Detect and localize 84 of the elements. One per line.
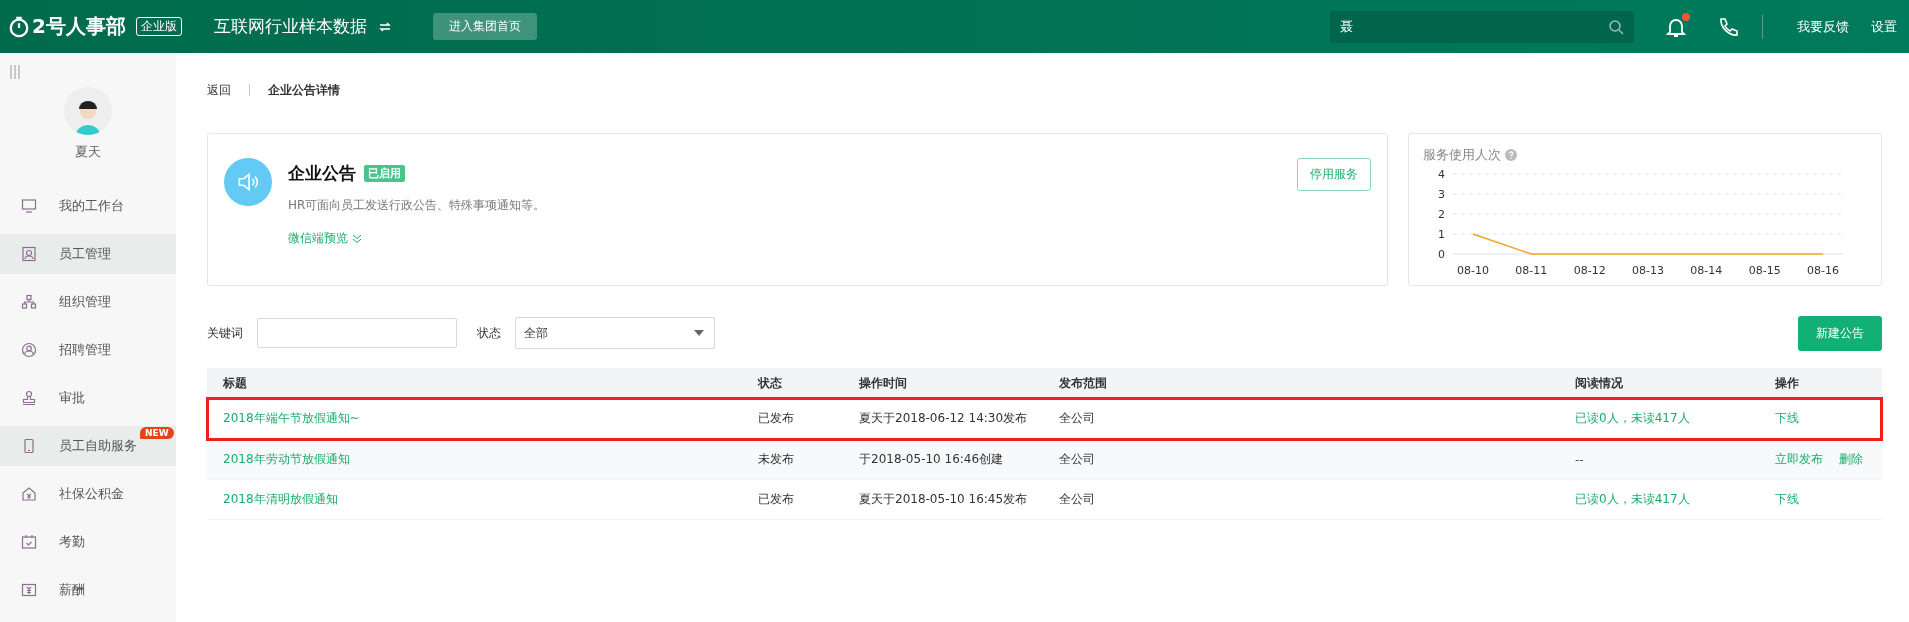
service-description: HR可面向员工发送行政公告、特殊事项通知等。 [288, 197, 546, 214]
table-cell-text: 夏天于2018-06-12 14:30发布 [858, 410, 1029, 427]
calendar-icon [21, 534, 37, 550]
keyword-input[interactable] [257, 318, 457, 348]
column-header: 状态 [756, 374, 783, 392]
sidebar-item[interactable]: 考勤 [0, 522, 176, 562]
sidebar-item[interactable]: 员工管理 [0, 234, 176, 274]
column-header: 操作 [1774, 374, 1800, 392]
sidebar-item[interactable]: 审批 [0, 378, 176, 418]
column-header: 阅读情况 [1574, 374, 1624, 392]
x-tick-label: 08-16 [1807, 264, 1839, 277]
org-icon [21, 294, 37, 310]
new-badge: NEW [140, 427, 174, 439]
table-cell-text: 全公司 [1058, 451, 1096, 468]
edition-badge: 企业版 [135, 17, 182, 36]
x-tick-label: 08-14 [1690, 264, 1723, 277]
table-cell-text: 已发布 [757, 410, 795, 427]
column-header: 标题 [222, 374, 248, 392]
status-dropdown[interactable]: 全部 [515, 317, 715, 349]
avatar-icon [64, 87, 112, 135]
sidebar-item[interactable]: 我的工作台 [0, 186, 176, 226]
stop-service-button[interactable]: 停用服务 [1297, 158, 1371, 191]
x-tick-label: 08-11 [1515, 264, 1548, 277]
table-cell-text: 已读0人，未读417人 [1574, 410, 1691, 427]
column-header: 发布范围 [1058, 374, 1108, 392]
announcement-title-link[interactable]: 2018年端午节放假通知~ [223, 411, 360, 425]
group-home-button[interactable]: 进入集团首页 [432, 13, 537, 40]
table-cell-text: -- [1574, 452, 1585, 467]
table-cell-text: 未发布 [757, 451, 795, 468]
top-link[interactable]: 我要反馈 [1797, 17, 1849, 36]
logo-text: 2号人事部 [32, 13, 126, 40]
back-link[interactable]: 返回 [207, 81, 231, 99]
announcement-title-link[interactable]: 2018年清明放假通知 [223, 492, 338, 506]
y-tick-label: 3 [1438, 188, 1445, 201]
sidebar-item[interactable]: 组织管理 [0, 282, 176, 322]
column-header: 操作时间 [858, 374, 908, 392]
table-cell-text: 全公司 [1058, 491, 1096, 508]
sidebar-item[interactable]: 薪酬 [0, 570, 176, 610]
double-chevron-icon [352, 233, 362, 244]
sidebar-item[interactable]: 社保公积金 [0, 474, 176, 514]
search-icon[interactable] [1608, 18, 1624, 35]
speaker-icon [224, 158, 272, 206]
user-name: 夏天 [74, 143, 102, 161]
search-field[interactable]: 聂 [1330, 10, 1634, 43]
action-link[interactable]: 下线 [1775, 410, 1799, 427]
x-tick-label: 08-12 [1573, 264, 1606, 277]
chart-title: 服务使用人次 [1423, 146, 1501, 164]
phone-icon [21, 438, 37, 454]
table-cell-text: 于2018-05-10 16:46创建 [858, 451, 1005, 468]
x-tick-label: 08-15 [1748, 264, 1781, 277]
stamp-icon [21, 390, 37, 406]
action-link[interactable]: 立即发布 [1775, 451, 1823, 468]
money-icon [21, 582, 37, 598]
announcement-title-link[interactable]: 2018年劳动节放假通知 [223, 452, 350, 466]
x-tick-label: 08-10 [1457, 264, 1489, 277]
house-icon [21, 486, 37, 502]
search-person-icon [21, 342, 37, 358]
stopwatch-logo-icon [8, 15, 30, 38]
action-link[interactable]: 删除 [1839, 451, 1863, 468]
y-tick-label: 4 [1438, 168, 1445, 181]
keyword-label: 关键词 [207, 324, 243, 342]
table-cell-text: 已发布 [757, 491, 795, 508]
sidebar-item[interactable]: 招聘管理 [0, 330, 176, 370]
person-icon [21, 246, 37, 262]
x-tick-label: 08-13 [1632, 264, 1664, 277]
action-link[interactable]: 下线 [1775, 491, 1799, 508]
table-cell-text: 全公司 [1058, 410, 1096, 427]
page-title: 企业公告详情 [268, 81, 340, 99]
y-tick-label: 1 [1438, 228, 1445, 241]
status-badge: 已启用 [364, 165, 405, 182]
status-label: 状态 [477, 324, 501, 342]
table-cell-text: 已读0人，未读417人 [1574, 491, 1691, 508]
service-title: 企业公告 [288, 162, 356, 185]
y-tick-label: 0 [1438, 248, 1445, 261]
sidebar-item[interactable]: 员工自助服务 NEW [0, 426, 176, 466]
table-cell-text: 夏天于2018-05-10 16:45发布 [858, 491, 1029, 508]
monitor-icon [21, 198, 37, 214]
preview-link[interactable]: 微信端预览 [288, 230, 362, 247]
help-icon[interactable] [1505, 149, 1517, 161]
y-tick-label: 2 [1438, 208, 1445, 221]
top-link[interactable]: 设置 [1871, 17, 1897, 36]
caret-icon [694, 330, 704, 336]
company-name: 互联网行业样本数据 [213, 15, 367, 38]
new-announcement-button[interactable]: 新建公告 [1798, 315, 1882, 351]
